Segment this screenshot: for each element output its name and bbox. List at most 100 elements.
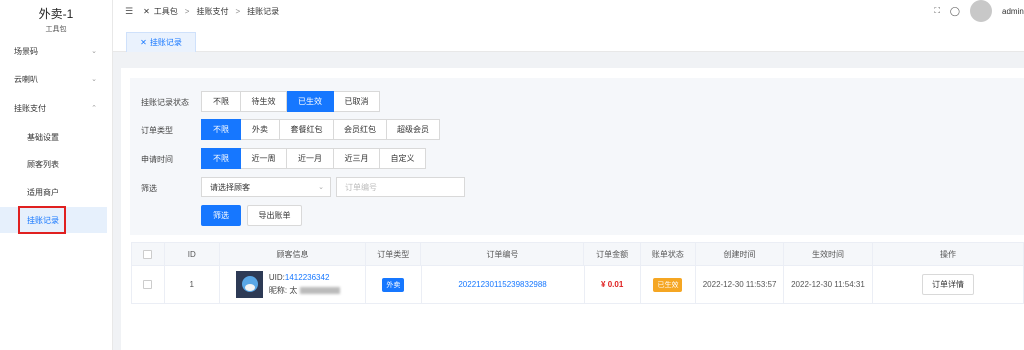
brand: 外卖-1 工具包 [0, 0, 112, 36]
breadcrumb-item: 挂账记录 [247, 6, 280, 16]
status-option-effective[interactable]: 已生效 [287, 91, 334, 112]
row-select-cell [132, 266, 165, 303]
time-option-custom[interactable]: 自定义 [380, 148, 426, 169]
amount-cell: ¥ 0.01 [585, 266, 641, 303]
order-no-cell: 20221230115239832988 [422, 266, 585, 303]
sidebar-item-applicable-merchants[interactable]: 适用商户 [0, 179, 107, 205]
export-bill-button[interactable]: 导出账单 [247, 205, 302, 226]
nickname-label: 昵称: 太 [268, 286, 298, 295]
order-detail-button[interactable]: 订单详情 [921, 274, 974, 295]
order-type-option-package-redpacket[interactable]: 套餐红包 [280, 119, 334, 140]
breadcrumb-item[interactable]: 工具包 [154, 6, 178, 17]
order-number-input[interactable]: 订单编号 [336, 177, 465, 197]
table-header: ID 顾客信息 订单类型 订单编号 订单金额 账单状态 创建时间 生效时间 操作 [131, 242, 1024, 266]
column-header: 订单金额 [584, 243, 641, 265]
header-select-all [132, 243, 165, 265]
time-option-three-months[interactable]: 近三月 [334, 148, 380, 169]
sidebar-item-label: 基础设置 [27, 132, 59, 142]
order-type-cell: 外卖 [366, 266, 422, 303]
time-option-month[interactable]: 近一月 [287, 148, 334, 169]
order-type-tag: 外卖 [382, 277, 405, 292]
column-header: 订单类型 [366, 243, 422, 265]
status-cell: 已生效 [641, 266, 697, 303]
status-filter-group: 不限 待生效 已生效 已取消 [201, 91, 380, 112]
sidebar-item-label: 适用商户 [27, 187, 59, 197]
uid-value[interactable]: 1412236342 [285, 273, 330, 282]
avatar[interactable] [970, 0, 992, 22]
column-header: 订单编号 [421, 243, 585, 265]
customer-avatar [235, 271, 263, 298]
row-checkbox[interactable] [143, 280, 153, 289]
filter-label-status: 挂账记录状态 [141, 98, 189, 107]
breadcrumb-separator: > [184, 6, 190, 16]
tab-credit-records[interactable]: ✕ 挂账记录 [126, 32, 196, 52]
sidebar-item-scene-code[interactable]: 场景码 ⌄ [0, 38, 107, 64]
top-header: ☰ ✕ 工具包 > 挂账支付 > 挂账记录 ⛶ ◯ admin [113, 0, 1024, 22]
refresh-icon[interactable]: ◯ [950, 6, 960, 17]
apply-time-filter-group: 不限 近一周 近一月 近三月 自定义 [201, 148, 426, 169]
chevron-down-icon: ⌄ [91, 76, 97, 83]
row-id: 1 [165, 266, 220, 303]
sidebar-item-credit-pay[interactable]: 挂账支付 ⌃ [0, 95, 107, 121]
sidebar-item-label: 场景码 [14, 46, 38, 56]
column-header: 操作 [939, 249, 956, 259]
tab-label: 挂账记录 [149, 38, 182, 47]
status-badge: 已生效 [653, 277, 683, 292]
blur-overlay [694, 314, 1024, 350]
fullscreen-icon[interactable]: ⛶ [934, 6, 940, 16]
order-type-option-member-redpacket[interactable]: 会员红包 [334, 119, 387, 140]
highlight-box [18, 206, 66, 234]
breadcrumb: ✕ 工具包 > 挂账支付 > 挂账记录 [143, 6, 279, 17]
sidebar: 外卖-1 工具包 场景码 ⌄ 云喇叭 ⌄ 挂账支付 ⌃ 基础设置 顾客列表 适用… [0, 0, 113, 350]
customer-select-value: 请选择顾客 [210, 182, 250, 192]
column-header: 创建时间 [696, 243, 784, 265]
column-header: ID [165, 243, 220, 265]
sidebar-item-basic-settings[interactable]: 基础设置 [0, 124, 107, 150]
order-amount: ¥ 0.01 [601, 280, 624, 289]
sidebar-item-cloud-speaker[interactable]: 云喇叭 ⌄ [0, 66, 107, 92]
nickname-blurred [299, 287, 340, 295]
status-option-cancelled[interactable]: 已取消 [334, 91, 380, 112]
action-cell: 订单详情 [873, 266, 1023, 303]
filter-label-order-type: 订单类型 [141, 126, 173, 135]
time-option-week[interactable]: 近一周 [241, 148, 287, 169]
tabs-bar: ✕ 挂账记录 [113, 28, 1024, 52]
select-all-checkbox[interactable] [143, 249, 153, 259]
order-number-placeholder: 订单编号 [345, 182, 377, 192]
app-title: 外卖-1 [38, 7, 74, 21]
customer-uid-line: UID:1412236342 [269, 273, 340, 282]
chevron-down-icon: ⌄ [318, 184, 324, 191]
filter-button[interactable]: 筛选 [201, 205, 241, 226]
effective-time: 2022-12-30 11:54:31 [784, 266, 873, 303]
records-table: ID 顾客信息 订单类型 订单编号 订单金额 账单状态 创建时间 生效时间 操作… [131, 242, 1024, 304]
breadcrumb-item[interactable]: 挂账支付 [196, 6, 228, 17]
customer-text: UID:1412236342 昵称: 太 [269, 273, 340, 296]
time-option-all[interactable]: 不限 [201, 148, 241, 169]
menu-fold-icon[interactable]: ☰ [125, 6, 133, 17]
sidebar-item-customer-list[interactable]: 顾客列表 [0, 151, 107, 177]
customer-nickname-line: 昵称: 太 [269, 285, 340, 296]
status-option-all[interactable]: 不限 [201, 91, 241, 112]
tools-icon: ✕ [140, 38, 147, 47]
sidebar-item-label: 云喇叭 [14, 74, 38, 84]
order-type-option-super-member[interactable]: 超级会员 [387, 119, 440, 140]
order-type-option-all[interactable]: 不限 [201, 119, 241, 140]
breadcrumb-separator: > [235, 6, 241, 16]
chevron-up-icon: ⌃ [91, 105, 97, 112]
order-number-link[interactable]: 20221230115239832988 [458, 280, 546, 289]
filter-label-apply-time: 申请时间 [141, 155, 173, 164]
sidebar-item-label: 顾客列表 [27, 159, 59, 169]
filter-label-screen: 筛选 [141, 184, 157, 193]
customer-info: UID:1412236342 昵称: 太 [220, 266, 367, 303]
status-option-pending[interactable]: 待生效 [241, 91, 287, 112]
chevron-down-icon: ⌄ [91, 48, 97, 55]
app-subtitle: 工具包 [45, 26, 67, 33]
table-row: 1 UID:1412236342 昵称: 太 外卖 20221230115239… [131, 266, 1024, 304]
order-type-option-takeout[interactable]: 外卖 [241, 119, 280, 140]
column-header: 生效时间 [784, 243, 873, 265]
order-type-filter-group: 不限 外卖 套餐红包 会员红包 超级会员 [201, 119, 440, 140]
user-name[interactable]: admin [1002, 7, 1024, 16]
uid-label: UID: [268, 273, 285, 282]
customer-select[interactable]: 请选择顾客 ⌄ [201, 177, 331, 197]
sidebar-item-label: 挂账支付 [14, 103, 46, 113]
